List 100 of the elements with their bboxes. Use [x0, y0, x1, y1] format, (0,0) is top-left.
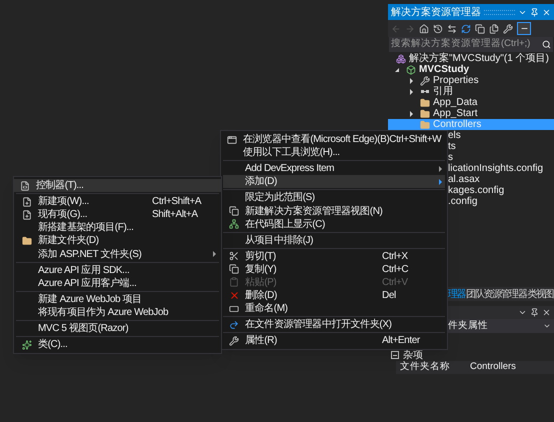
menu-item[interactable]: 属性(R) Alt+Enter: [223, 334, 445, 348]
property-name: 文件夹名称: [399, 360, 451, 374]
panel-tab[interactable]: 团队资源管理器: [466, 286, 526, 302]
clipboard-icon: [229, 277, 239, 288]
menu-item[interactable]: 新建文件夹(D): [16, 234, 219, 248]
tree-item-label: .config: [448, 196, 478, 209]
search-field[interactable]: 搜索解决方案资源管理器(Ctrl+;): [389, 37, 553, 52]
menu-item-label: 类(C)...: [38, 338, 68, 352]
menu-item-label: MVC 5 视图页(Razor): [38, 322, 128, 336]
menu-item[interactable]: 复制(Y) Ctrl+C: [223, 262, 445, 276]
menu-item-label: 新建项(W)...: [38, 194, 89, 209]
tree-item-label: 解决方案"MVCStudy"(1 个项目): [409, 52, 549, 64]
panel-tab[interactable]: 类视图: [527, 286, 554, 302]
collapsed-arrow-icon[interactable]: [410, 78, 412, 84]
menu-shortcut: Ctrl+Shift+W: [389, 134, 442, 146]
references-icon: [420, 90, 428, 93]
code-map-icon: [229, 219, 239, 230]
menu-item[interactable]: 限定为此范围(S): [223, 191, 445, 204]
tree-item-label: 引用: [433, 86, 453, 98]
menu-shortcut: Ctrl+X: [382, 250, 408, 262]
menu-item-label: 新搭建基架的项目(F)...: [38, 220, 134, 234]
menu-item[interactable]: 删除(D) Del: [223, 289, 445, 302]
wrench-icon: [420, 76, 430, 86]
project-icon: [406, 64, 416, 74]
menu-item[interactable]: 新搭建基架的项目(F)...: [16, 221, 219, 234]
menu-item[interactable]: Add DevExpress Item: [223, 162, 445, 176]
menu-shortcut: Ctrl+V: [382, 276, 408, 288]
browser-window-icon: [227, 134, 237, 145]
menu-item-label: 添加(D): [245, 174, 277, 190]
tree-item[interactable]: 解决方案"MVCStudy"(1 个项目): [388, 53, 554, 64]
menu-shortcut: Shift+Alt+A: [152, 209, 198, 220]
dropdown-icon[interactable]: [518, 308, 527, 317]
copy-icon: [229, 264, 239, 274]
menu-item[interactable]: 新建项(W)... Ctrl+Shift+A: [16, 195, 219, 208]
tree-item-label: App_Start: [433, 108, 478, 120]
menu-item-label: 粘贴(P): [245, 276, 276, 290]
menu-item-label: 控制器(T)...: [36, 178, 84, 194]
tree-item[interactable]: Properties: [388, 75, 554, 86]
folder-icon: [22, 236, 32, 246]
menu-item-label: 从项目中排除(J): [245, 234, 314, 248]
menu-item[interactable]: 类(C)...: [16, 338, 219, 352]
menu-item[interactable]: 在文件资源管理器中打开文件夹(X): [223, 318, 445, 332]
tree-item-label: s: [448, 151, 453, 164]
menu-item[interactable]: MVC 5 视图页(Razor): [16, 322, 219, 336]
menu-item-label: 新建解决方案资源管理器视图(N): [245, 204, 382, 218]
panel-tab[interactable]: 理器: [448, 286, 466, 302]
tree-item[interactable]: 引用: [388, 86, 554, 97]
wrench-icon: [229, 336, 239, 346]
menu-item-label: Azure API 应用 SDK...: [38, 264, 130, 278]
folder-icon: [420, 120, 430, 130]
pin-icon[interactable]: [530, 8, 539, 16]
pin-icon[interactable]: [530, 308, 539, 317]
menu-item-label: 使用以下工具浏览(H)...: [243, 146, 340, 160]
home-icon[interactable]: [419, 24, 429, 34]
menu-item[interactable]: 添加 ASP.NET 文件夹(S): [16, 247, 219, 261]
menu-item[interactable]: Azure API 应用 SDK...: [16, 264, 219, 277]
toggle-button[interactable]: [517, 22, 531, 35]
menu-item[interactable]: 使用以下工具浏览(H)...: [221, 146, 447, 160]
menu-shortcut: Ctrl+C: [382, 264, 408, 275]
tree-item-label: kages.config: [448, 184, 504, 196]
menu-item-label: Azure API 应用客户端...: [38, 276, 136, 291]
tree-item-label: al.asax: [448, 174, 480, 186]
menu-item[interactable]: 剪切(T) Ctrl+X: [223, 250, 445, 263]
property-value: Controllers: [470, 360, 516, 374]
history-icon[interactable]: [433, 24, 443, 34]
submenu-arrow-icon: [213, 251, 216, 258]
tree-item[interactable]: App_Data: [388, 97, 554, 108]
menu-item[interactable]: 新建 Azure WebJob 项目: [16, 292, 219, 306]
menu-item[interactable]: 控制器(T)...: [14, 179, 221, 192]
menu-item[interactable]: 在浏览器中查看(Microsoft Edge)(B)Ctrl+Shift+W: [221, 133, 447, 146]
menu-item[interactable]: 新建解决方案资源管理器视图(N): [223, 204, 445, 218]
menu-item-label: 属性(R): [245, 334, 277, 348]
menu-item[interactable]: 在代码图上显示(C): [223, 218, 445, 231]
menu-item[interactable]: 重命名(M): [223, 302, 445, 316]
menu-item[interactable]: 现有项(G)... Shift+Alt+A: [16, 208, 219, 222]
menu-item[interactable]: Azure API 应用客户端...: [16, 276, 219, 290]
menu-item-label: 在代码图上显示(C): [245, 218, 325, 232]
menu-item[interactable]: 从项目中排除(J): [223, 234, 445, 247]
new-file-icon: [22, 210, 32, 220]
tree-item-label: MVCStudy: [419, 64, 469, 76]
menu-item-label: 现有项(G)...: [38, 208, 88, 222]
close-icon[interactable]: [542, 308, 551, 317]
tree-item-label: Controllers: [433, 118, 482, 130]
expanded-arrow-icon[interactable]: [395, 68, 399, 72]
wrench-icon[interactable]: [503, 24, 513, 34]
menu-item[interactable]: 将现有项目作为 Azure WebJob: [16, 306, 219, 319]
folder-icon: [420, 108, 430, 118]
refresh-icon[interactable]: [461, 24, 471, 34]
menu-item[interactable]: 添加(D): [223, 175, 445, 188]
collapse-box-icon[interactable]: [391, 351, 399, 359]
sync-icon[interactable]: [447, 24, 457, 34]
category-label: 杂项: [403, 348, 423, 361]
solution-icon: [396, 54, 406, 64]
collapsed-arrow-icon[interactable]: [410, 88, 412, 94]
menu-item-label: 删除(D): [245, 289, 277, 302]
menu-item-label: 新建文件夹(D): [38, 234, 99, 248]
file-code-icon: [20, 180, 30, 191]
search-icon[interactable]: [542, 40, 551, 49]
tree-item[interactable]: MVCStudy: [388, 64, 554, 75]
menu-item-label: 将现有项目作为 Azure WebJob: [38, 306, 168, 320]
